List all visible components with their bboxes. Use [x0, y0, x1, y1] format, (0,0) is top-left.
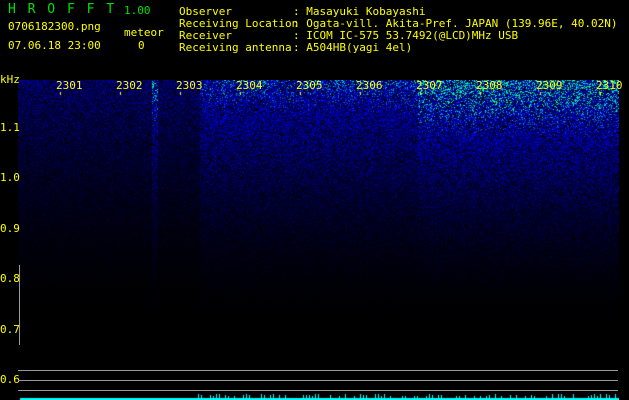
frequency-label: 0.9	[0, 221, 20, 235]
minute-label: 2306	[356, 79, 383, 92]
minute-label: 2302	[116, 79, 143, 92]
hrofft-window: H R O F F T 1.00 0706182300.png meteor 0…	[0, 0, 629, 400]
meteor-count: 0	[138, 39, 145, 52]
file-datetime: 07.06.18 23:00	[8, 39, 101, 52]
minute-label: 2310	[596, 79, 623, 92]
reference-line	[18, 390, 618, 391]
antenna-value: : A504HB(yagi 4el)	[293, 41, 413, 54]
reference-line	[18, 380, 618, 381]
frequency-label: 0.7	[0, 322, 20, 336]
app-title: H R O F F T	[8, 2, 117, 17]
meteor-label: meteor	[124, 26, 164, 39]
minute-label: 2305	[296, 79, 323, 92]
reference-line	[18, 370, 618, 371]
antenna-key: Receiving antenna	[179, 41, 292, 54]
minute-label: 2303	[176, 79, 203, 92]
scale-bar	[19, 265, 20, 345]
minute-label: 2304	[236, 79, 263, 92]
spectrogram	[18, 80, 619, 400]
frequency-label: 1.1	[0, 121, 20, 134]
frequency-label: 0.8	[0, 272, 20, 286]
minute-label: 2308	[476, 79, 503, 92]
file-name: 0706182300.png	[8, 20, 101, 33]
minute-label: 2301	[56, 79, 83, 92]
frequency-label: 0.6	[0, 373, 20, 386]
minute-label: 2309	[536, 79, 563, 92]
unit-label: kHz	[0, 73, 20, 86]
app-version: 1.00	[124, 4, 151, 17]
minute-label: 2307	[416, 79, 443, 92]
frequency-label: 1.0	[0, 171, 20, 185]
